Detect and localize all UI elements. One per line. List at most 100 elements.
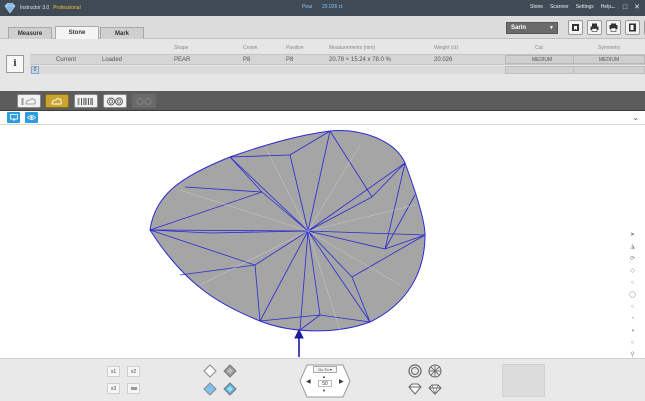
- pointer-icon[interactable]: ➤: [627, 230, 638, 239]
- export-button[interactable]: [625, 20, 640, 35]
- diamond-icon[interactable]: ◇: [627, 266, 638, 275]
- layer-tool-icon[interactable]: ○: [627, 302, 638, 311]
- print-report-button[interactable]: [606, 20, 621, 35]
- stone-summary: Pear 20.026 ct: [302, 4, 351, 10]
- window-controls: – □ ✕: [609, 3, 641, 12]
- preview-thumbnail: [502, 364, 545, 397]
- header-symmetry: Symmetry: [598, 45, 621, 51]
- facets-view-button[interactable]: [103, 94, 127, 108]
- gear-icon: [136, 97, 152, 105]
- zoom-fit-button[interactable]: [127, 383, 140, 394]
- facet-rings-button[interactable]: [407, 363, 423, 379]
- side-view-button[interactable]: [427, 381, 443, 397]
- top-toolbar: Measure Stone Mark Sarin ▼: [0, 16, 645, 39]
- facets-view-icon: [107, 97, 123, 105]
- device-select-value: Sarin: [511, 25, 527, 31]
- stone-info-panel: i Shape Crown Pavilion Measurements (mm)…: [0, 39, 645, 91]
- header-measurements: Measurements (mm): [329, 45, 376, 51]
- stone-shape-summary: Pear: [302, 4, 313, 10]
- device-select[interactable]: Sarin ▼: [506, 22, 558, 34]
- title-bar: Instructor 3.0 Professional Pear 20.026 …: [0, 0, 645, 16]
- section-tool-icon[interactable]: ◑: [627, 326, 638, 335]
- rotate-icon[interactable]: ⟳: [627, 254, 638, 263]
- settings-view-button[interactable]: [132, 94, 156, 108]
- tab-measure[interactable]: Measure: [8, 27, 52, 39]
- diamond-logo-icon: [4, 3, 16, 13]
- print-button[interactable]: [587, 20, 602, 35]
- zoom-x2-button[interactable]: x2: [127, 366, 140, 377]
- chevron-down-icon[interactable]: ⌄: [632, 113, 639, 122]
- bottom-view-button[interactable]: [202, 381, 218, 397]
- goto-dropdown[interactable]: Go To ▾: [313, 366, 337, 373]
- circle-tool-icon[interactable]: ○: [627, 278, 638, 287]
- toolbar-actions: [568, 20, 645, 35]
- zoom-in-arrow[interactable]: ▲: [322, 374, 326, 379]
- fit-icon: [130, 387, 137, 390]
- outline-tool-icon[interactable]: ○: [627, 338, 638, 347]
- diamond-side-icon: [428, 384, 442, 395]
- row-label: Current: [56, 57, 77, 63]
- close-icon[interactable]: ✕: [633, 3, 641, 11]
- diamond-solid-icon: [223, 364, 237, 378]
- eye-icon: [27, 115, 36, 120]
- maximize-icon[interactable]: □: [621, 3, 629, 11]
- main-menu: Stone Scanner Settings Help: [530, 4, 611, 10]
- header-weight: Weight (ct): [434, 45, 459, 51]
- stone-weight-summary: 20.026 ct: [321, 4, 343, 10]
- barcode-view-button[interactable]: [74, 94, 98, 108]
- menu-scanner[interactable]: Scanner: [550, 4, 569, 10]
- zoom-x1-button[interactable]: x1: [107, 366, 120, 377]
- facet-star-icon: [428, 364, 442, 378]
- tab-stone[interactable]: Stone: [55, 26, 99, 39]
- measure-tool-icon[interactable]: ◔: [627, 314, 638, 323]
- view-mode-bar: [0, 91, 645, 111]
- value-pavilion: P8: [286, 57, 294, 63]
- export-icon: [629, 23, 636, 32]
- symmetry-secondary: [573, 66, 645, 74]
- viewport-side-tools: ➤ ◮ ⟳ ◇ ○ ◯ ○ ◔ ◑ ○ ⚲: [627, 230, 640, 359]
- header-crown: Crown: [243, 45, 258, 51]
- header-pavilion: Pavilion: [286, 45, 304, 51]
- value-symmetry[interactable]: MEDIUM: [573, 55, 645, 64]
- rotate-right-arrow[interactable]: ▶: [339, 378, 344, 385]
- eye-view-button[interactable]: [25, 112, 38, 123]
- rotate-left-arrow[interactable]: ◀: [306, 378, 311, 385]
- menu-stone[interactable]: Stone: [530, 4, 543, 10]
- profile-view-button[interactable]: [407, 381, 423, 397]
- pavilion-axis-arrow: [294, 328, 304, 357]
- header-cut: Cut: [535, 45, 543, 51]
- menu-settings[interactable]: Settings: [576, 4, 594, 10]
- print-report-icon: [609, 23, 618, 32]
- cut-secondary: [505, 66, 579, 74]
- viewport-subbar: ⌄: [0, 111, 645, 125]
- info-button[interactable]: i: [6, 55, 24, 73]
- solid-bottom-view-button[interactable]: [222, 381, 238, 397]
- value-shape: PEAR: [174, 57, 191, 63]
- row-status: Loaded: [102, 57, 123, 63]
- facet-star-button[interactable]: [427, 363, 443, 379]
- navigation-control: Go To ▾ ◀ ▶ ▲ 50 ▼: [299, 364, 351, 398]
- chevron-down-icon: ▾: [329, 367, 332, 372]
- zoom-x3-button[interactable]: x3: [107, 383, 120, 394]
- stone-viewport[interactable]: ➤ ◮ ⟳ ◇ ○ ◯ ○ ◔ ◑ ○ ⚲: [0, 125, 645, 358]
- value-measurements: 20.78 × 15.24 x 78.0 %: [329, 57, 391, 63]
- select-tool-icon[interactable]: ◮: [627, 242, 638, 251]
- tab-mark[interactable]: Mark: [100, 27, 144, 39]
- zoom-value[interactable]: 50: [318, 380, 332, 387]
- info-icon: i: [13, 59, 17, 69]
- zoom-out-arrow[interactable]: ▼: [322, 388, 326, 393]
- facet-tool-icon[interactable]: ◯: [627, 290, 638, 299]
- outline-view-icon: [21, 97, 36, 105]
- bottom-control-bar: x1 x2 x3 Go To ▾ ◀ ▶ ▲ 50 ▼: [0, 358, 645, 401]
- solid-view-button[interactable]: [45, 94, 69, 108]
- bookmark-button[interactable]: [568, 20, 583, 35]
- top-view-button[interactable]: [202, 363, 218, 379]
- minimize-icon[interactable]: –: [609, 3, 617, 11]
- value-weight: 20.026: [434, 57, 453, 63]
- solid-view-icon: [51, 97, 62, 104]
- outline-view-button[interactable]: [17, 94, 41, 108]
- pear-stone-model[interactable]: [0, 125, 645, 358]
- monitor-view-button[interactable]: [7, 112, 20, 123]
- solid-top-view-button[interactable]: [222, 363, 238, 379]
- value-cut[interactable]: MEDIUM: [505, 55, 579, 64]
